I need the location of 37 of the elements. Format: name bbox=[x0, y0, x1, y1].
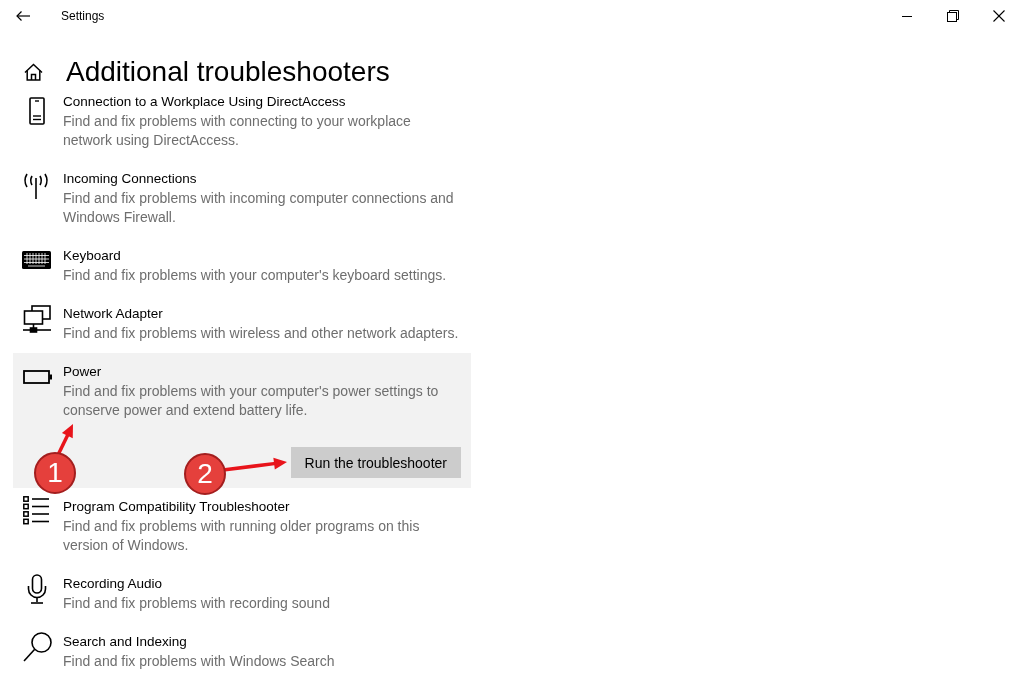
microphone-icon bbox=[27, 574, 47, 604]
home-button[interactable] bbox=[24, 63, 43, 81]
item-description: Find and fix problems with recording sound bbox=[63, 594, 331, 613]
item-description: Find and fix problems with your computer's power settings to conserve power and extend battery life. bbox=[63, 382, 440, 420]
list-icon bbox=[23, 496, 49, 524]
item-description: Find and fix problems with connecting to your workplace network using DirectAccess. bbox=[63, 112, 412, 150]
troubleshooter-item[interactable]: Recording Audio Find and fix problems with recording sound bbox=[13, 565, 471, 623]
item-title: Network Adapter bbox=[63, 305, 164, 323]
phone-icon bbox=[29, 97, 45, 125]
troubleshooter-item[interactable]: Keyboard Find and fix problems with your computer's keyboard settings. bbox=[13, 237, 471, 295]
keyboard-icon bbox=[22, 251, 51, 269]
item-description: Find and fix problems with wireless and other network adapters. bbox=[63, 324, 460, 343]
close-icon bbox=[993, 10, 1005, 22]
item-description: Find and fix problems with Windows Search bbox=[63, 652, 336, 671]
item-title: Incoming Connections bbox=[63, 170, 198, 188]
search-icon bbox=[23, 632, 52, 662]
item-title: Search and Indexing bbox=[63, 633, 188, 651]
back-arrow-icon bbox=[16, 11, 30, 21]
minimize-icon bbox=[902, 15, 912, 17]
item-title: Recording Audio bbox=[63, 575, 164, 593]
item-title: Connection to a Workplace Using DirectAccess bbox=[63, 93, 347, 111]
window-title: Settings bbox=[61, 8, 105, 24]
item-title: Power bbox=[63, 363, 103, 381]
home-icon bbox=[24, 63, 43, 81]
item-title: Program Compatibility Troubleshooter bbox=[63, 498, 291, 516]
battery-icon bbox=[23, 370, 52, 384]
network-computers-icon bbox=[23, 305, 51, 333]
troubleshooter-item[interactable]: Network Adapter Find and fix problems with wireless and other network adapters. bbox=[13, 295, 471, 353]
antenna-icon bbox=[22, 173, 50, 199]
restore-icon bbox=[947, 10, 959, 22]
troubleshooter-item[interactable]: Incoming Connections Find and fix problems with incoming computer connections and Windows Firewall. bbox=[13, 160, 471, 237]
run-troubleshooter-button[interactable]: Run the troubleshooter bbox=[290, 447, 461, 478]
troubleshooter-item[interactable]: Search and Indexing Find and fix problems with Windows Search bbox=[13, 623, 471, 681]
item-description: Find and fix problems with your computer's keyboard settings. bbox=[63, 266, 448, 285]
item-description: Find and fix problems with running older programs on this version of Windows. bbox=[63, 517, 421, 555]
item-title: Keyboard bbox=[63, 247, 122, 265]
item-description: Find and fix problems with incoming computer connections and Windows Firewall. bbox=[63, 189, 455, 227]
